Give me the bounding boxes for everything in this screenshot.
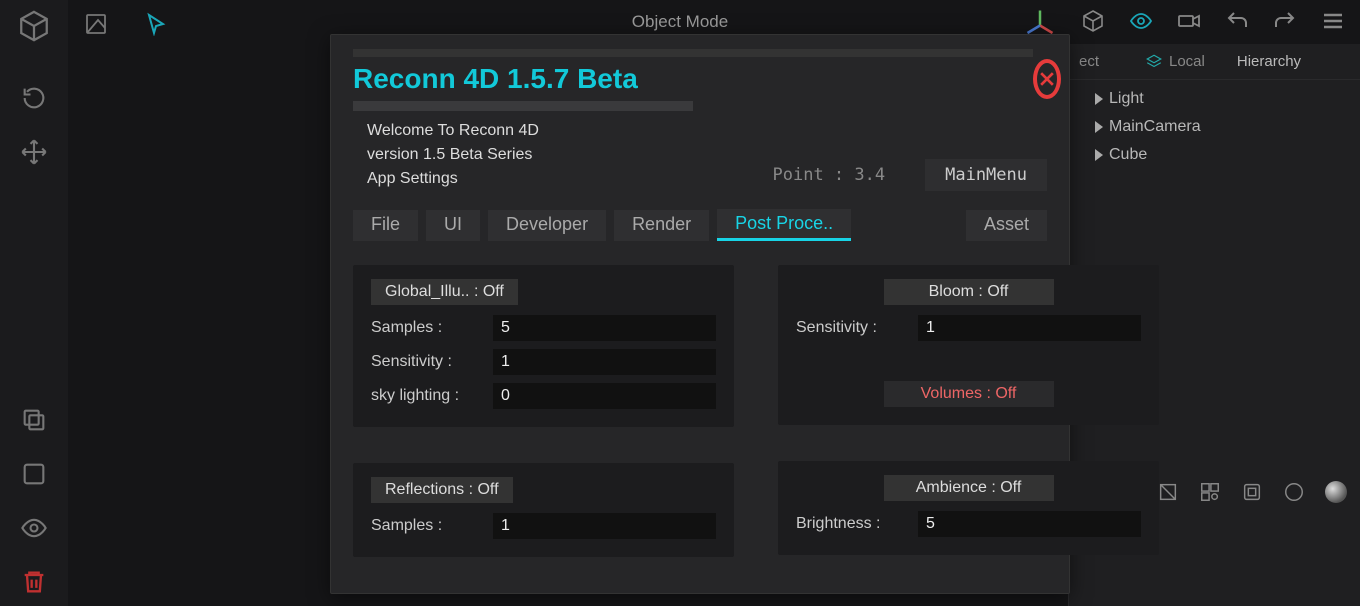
tab-hierarchy[interactable]: Hierarchy <box>1221 47 1317 76</box>
move-icon[interactable] <box>14 132 54 172</box>
shading-grid-icon[interactable] <box>1196 478 1224 506</box>
volumes-toggle[interactable]: Volumes : Off <box>884 381 1054 407</box>
close-button[interactable] <box>1033 59 1061 99</box>
cube-icon[interactable] <box>14 6 54 46</box>
square-icon[interactable] <box>14 454 54 494</box>
visibility-icon[interactable] <box>1126 6 1156 36</box>
tab-asset[interactable]: Asset <box>966 210 1047 241</box>
camera-icon[interactable] <box>1174 6 1204 36</box>
gi-skylighting-input[interactable] <box>493 383 716 409</box>
ambience-toggle[interactable]: Ambience : Off <box>884 475 1054 501</box>
shading-circle-icon[interactable] <box>1280 478 1308 506</box>
tab-object-partial[interactable]: ect <box>1069 47 1129 76</box>
gi-samples-input[interactable] <box>493 315 716 341</box>
panel-ambience: Ambience : Off Brightness : <box>778 461 1159 555</box>
panel-reflections: Reflections : Off Samples : <box>353 463 734 557</box>
hierarchy-list: Light MainCamera Cube <box>1069 80 1360 164</box>
amb-brightness-label: Brightness : <box>796 515 906 533</box>
expand-icon <box>1095 121 1103 133</box>
point-label: Point : 3.4 <box>773 165 886 185</box>
bloom-sensitivity-label: Sensitivity : <box>796 319 906 337</box>
settings-tabs: File UI Developer Render Post Proce.. As… <box>353 209 1047 241</box>
reflections-toggle[interactable]: Reflections : Off <box>371 477 513 503</box>
cube-outline-icon[interactable] <box>1078 6 1108 36</box>
tab-file[interactable]: File <box>353 210 418 241</box>
left-toolbar <box>0 0 68 606</box>
expand-icon <box>1095 93 1103 105</box>
shading-box-icon[interactable] <box>1238 478 1266 506</box>
gi-toggle[interactable]: Global_Illu.. : Off <box>371 279 518 305</box>
trash-icon[interactable] <box>14 562 54 602</box>
shading-sphere-icon[interactable] <box>1322 478 1350 506</box>
viewport-shading-icons <box>1154 478 1350 506</box>
tab-render[interactable]: Render <box>614 210 709 241</box>
top-right-icons <box>1078 6 1348 36</box>
mode-label: Object Mode <box>632 12 728 32</box>
tab-developer[interactable]: Developer <box>488 210 606 241</box>
tab-local[interactable]: Local <box>1129 47 1221 77</box>
gi-skylighting-label: sky lighting : <box>371 387 481 405</box>
gi-sensitivity-input[interactable] <box>493 349 716 375</box>
expand-icon <box>1095 149 1103 161</box>
progress-bar-top <box>353 49 1033 57</box>
rotate-icon[interactable] <box>14 78 54 118</box>
amb-brightness-input[interactable] <box>918 511 1141 537</box>
app-title: Reconn 4D 1.5.7 Beta <box>353 63 1033 95</box>
panel-bloom: Bloom : Off Sensitivity : Volumes : Off <box>778 265 1159 425</box>
hierarchy-item-cube[interactable]: Cube <box>1095 146 1360 164</box>
mainmenu-button[interactable]: MainMenu <box>925 159 1047 191</box>
welcome-text: Welcome To Reconn 4D version 1.5 Beta Se… <box>353 119 539 191</box>
redo-icon[interactable] <box>1270 6 1300 36</box>
panel-global-illumination: Global_Illu.. : Off Samples : Sensitivit… <box>353 265 734 427</box>
hierarchy-item-maincamera[interactable]: MainCamera <box>1095 118 1360 136</box>
pointer-icon[interactable] <box>140 8 172 40</box>
gi-samples-label: Samples : <box>371 319 481 337</box>
tab-post-processing[interactable]: Post Proce.. <box>717 209 851 241</box>
settings-modal: Reconn 4D 1.5.7 Beta Welcome To Reconn 4… <box>330 34 1070 594</box>
bloom-toggle[interactable]: Bloom : Off <box>884 279 1054 305</box>
undo-icon[interactable] <box>1222 6 1252 36</box>
copy-icon[interactable] <box>14 400 54 440</box>
image-icon[interactable] <box>80 8 112 40</box>
refl-samples-label: Samples : <box>371 517 481 535</box>
tab-ui[interactable]: UI <box>426 210 480 241</box>
refl-samples-input[interactable] <box>493 513 716 539</box>
menu-icon[interactable] <box>1318 6 1348 36</box>
top-left-icons <box>80 8 172 40</box>
gi-sensitivity-label: Sensitivity : <box>371 353 481 371</box>
bloom-sensitivity-input[interactable] <box>918 315 1141 341</box>
progress-bar-sub <box>353 101 693 111</box>
eye-icon[interactable] <box>14 508 54 548</box>
hierarchy-item-light[interactable]: Light <box>1095 90 1360 108</box>
